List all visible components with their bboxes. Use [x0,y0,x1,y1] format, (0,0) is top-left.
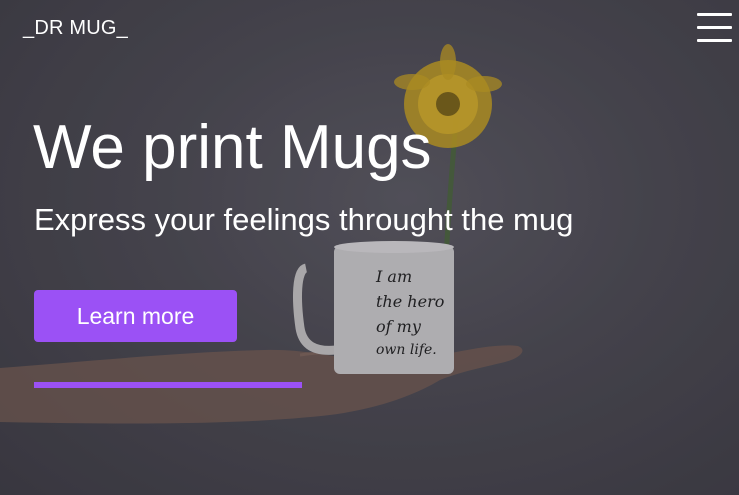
learn-more-button[interactable]: Learn more [34,290,237,342]
menu-line [697,39,732,42]
hero-overlay [0,0,739,495]
brand-logo[interactable]: _DR MUG_ [23,17,128,40]
menu-line [697,26,732,29]
menu-line [697,13,732,16]
hero-section: I am the hero of my own life. _DR MUG_ W… [0,0,739,495]
hamburger-menu-icon[interactable] [697,13,732,43]
accent-divider [34,382,302,388]
hero-title: We print Mugs [33,113,432,182]
hero-subtitle: Express your feelings throught the mug [34,202,574,237]
